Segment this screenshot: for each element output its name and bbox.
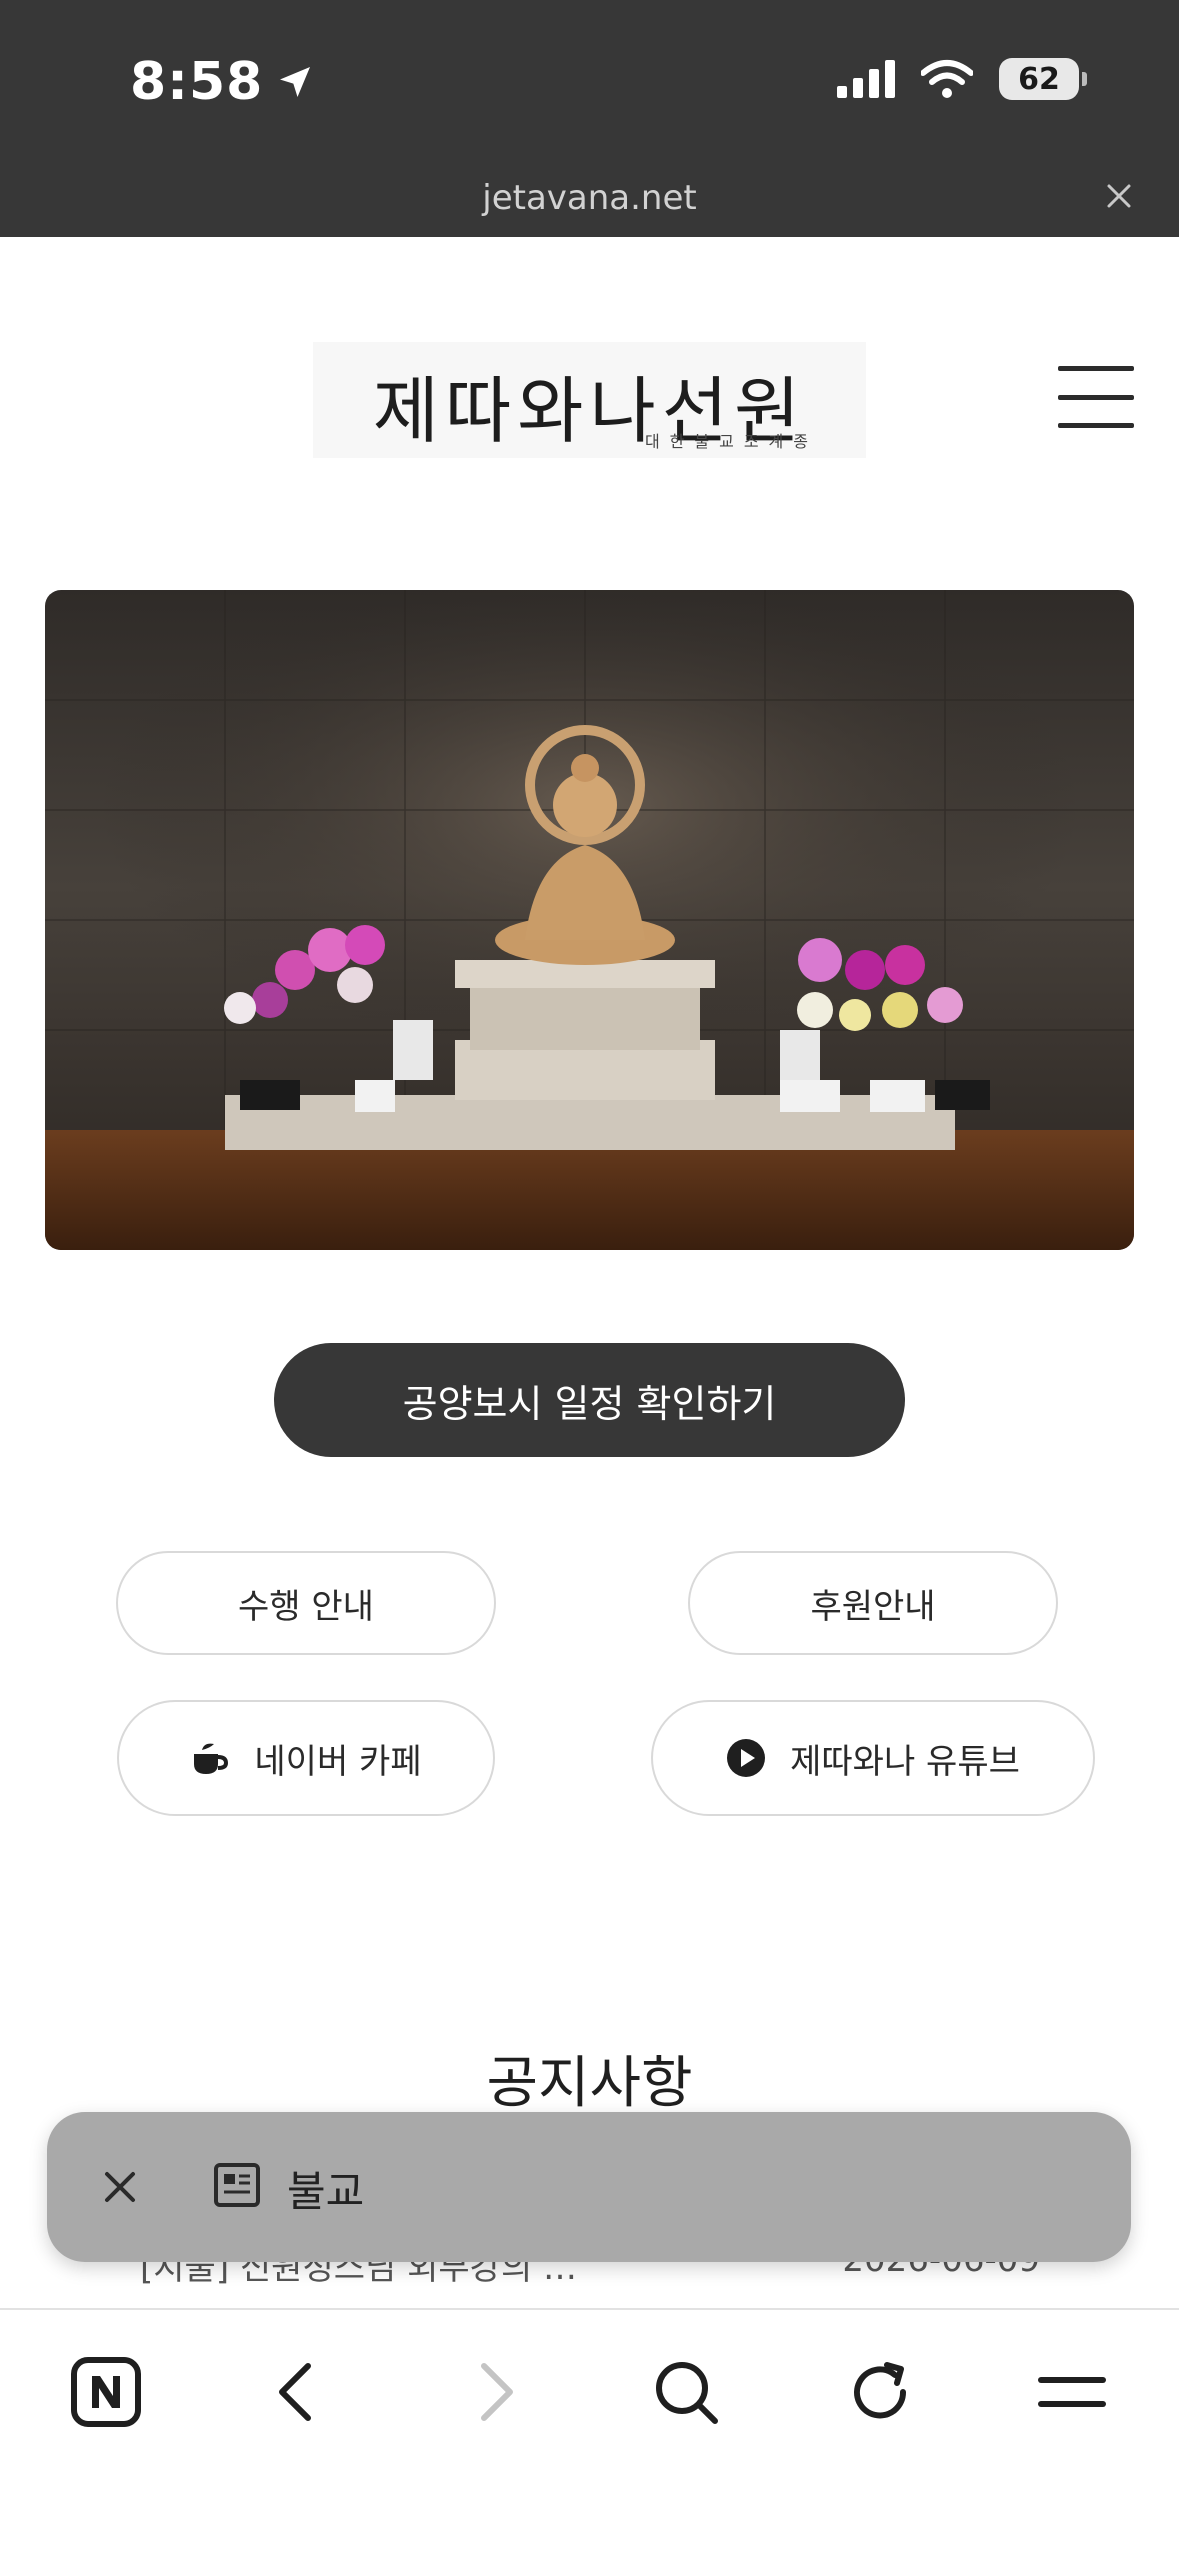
logo-subtitle: 대한불교조계종	[644, 432, 818, 451]
naver-home-button[interactable]	[66, 2352, 146, 2432]
url-display[interactable]: jetavana.net	[0, 178, 1179, 218]
practice-guide-label: 수행 안내	[238, 1586, 374, 1627]
more-menu-icon	[1038, 2377, 1106, 2407]
offering-schedule-button[interactable]: 공양보시 일정 확인하기	[274, 1343, 905, 1457]
forward-icon	[481, 2363, 513, 2421]
browser-top-chrome: 8:58 62 jetavana.net	[0, 0, 1179, 237]
menu-icon[interactable]	[1058, 366, 1134, 428]
document-icon	[214, 2163, 260, 2207]
back-icon	[279, 2363, 311, 2421]
naver-cafe-label: 네이버 카페	[254, 1741, 422, 1782]
naver-home-icon	[71, 2357, 141, 2427]
status-time-text: 8:58	[130, 52, 264, 112]
battery-level: 62	[1018, 61, 1060, 97]
practice-guide-button[interactable]: 수행 안내	[116, 1551, 496, 1655]
site-logo[interactable]: 제따와나선원 대한불교조계종	[313, 342, 866, 458]
coffee-icon	[194, 1743, 229, 1774]
donation-guide-label: 후원안내	[810, 1586, 936, 1627]
status-indicators: 62	[837, 58, 1087, 100]
naver-cafe-button[interactable]: 네이버 카페	[117, 1700, 495, 1816]
back-button[interactable]	[258, 2352, 338, 2432]
forward-button[interactable]	[454, 2352, 534, 2432]
play-icon	[727, 1739, 766, 1777]
browser-toolbar	[0, 2308, 1179, 2556]
signal-icon	[837, 60, 895, 98]
notices-heading: 공지사항	[486, 2051, 693, 2116]
close-icon[interactable]	[1099, 176, 1139, 216]
floating-bar-label: 불교	[287, 2167, 365, 2216]
more-menu-button[interactable]	[1032, 2352, 1112, 2432]
search-button[interactable]	[646, 2352, 726, 2432]
wifi-icon	[921, 60, 973, 98]
reload-icon	[854, 2362, 907, 2419]
youtube-label: 제따와나 유튜브	[790, 1741, 1020, 1782]
youtube-button[interactable]: 제따와나 유튜브	[651, 1700, 1095, 1816]
close-icon[interactable]	[95, 2162, 145, 2212]
search-icon	[656, 2362, 718, 2424]
floating-suggestion-bar[interactable]: 불교	[47, 2112, 1131, 2262]
donation-guide-button[interactable]: 후원안내	[688, 1551, 1058, 1655]
hero-image	[45, 590, 1134, 1250]
location-arrow-icon	[280, 67, 311, 97]
battery-icon: 62	[999, 58, 1087, 100]
reload-button[interactable]	[840, 2352, 920, 2432]
status-time: 8:58	[130, 52, 315, 112]
